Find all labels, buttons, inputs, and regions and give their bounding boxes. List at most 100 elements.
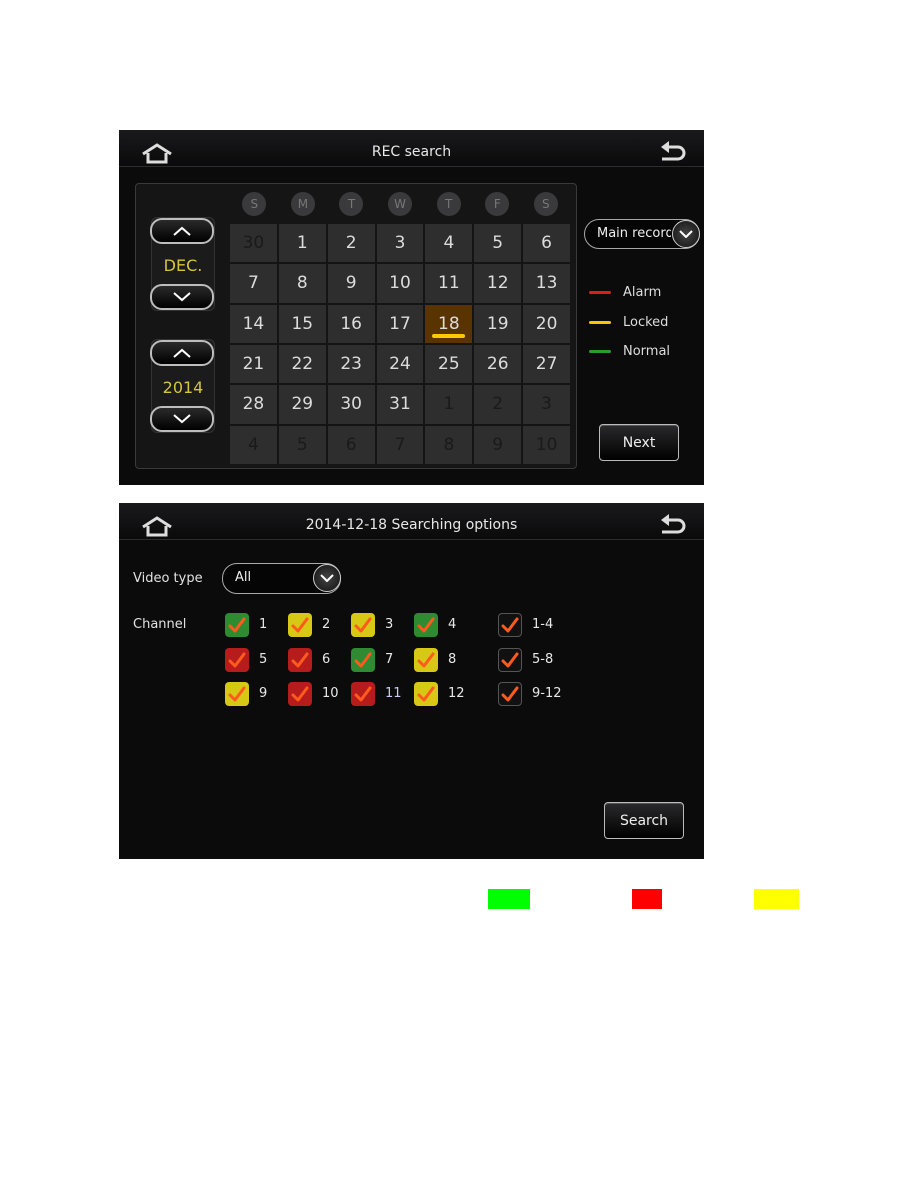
check-icon (501, 652, 519, 668)
calendar-day[interactable]: 4 (230, 425, 277, 464)
calendar-day[interactable]: 17 (376, 304, 424, 343)
check-icon (501, 617, 519, 633)
year-down-button[interactable] (150, 406, 214, 432)
calendar-day[interactable]: 7 (376, 425, 424, 464)
channel-checkbox[interactable] (351, 613, 375, 637)
calendar-day[interactable]: 10 (523, 425, 570, 464)
calendar-day[interactable]: 25 (425, 344, 473, 384)
calendar-day[interactable]: 23 (327, 344, 375, 384)
channel-checkbox[interactable] (351, 648, 375, 672)
legend-swatch (589, 350, 611, 354)
calendar-day[interactable]: 31 (376, 385, 424, 424)
calendar-day[interactable]: 6 (327, 425, 375, 464)
channel-checkbox[interactable] (414, 682, 438, 706)
channel-group-checkbox[interactable] (498, 682, 522, 706)
channel-checkbox[interactable] (225, 648, 249, 672)
calendar-day[interactable]: 13 (523, 264, 570, 303)
calendar-day[interactable]: 1 (278, 224, 326, 263)
calendar-day[interactable]: 11 (425, 264, 473, 303)
home-icon[interactable] (139, 515, 175, 539)
next-button[interactable]: Next (599, 424, 679, 461)
calendar-day[interactable]: 12 (474, 264, 522, 303)
calendar-day[interactable]: 3 (523, 385, 570, 424)
color-swatch (488, 889, 530, 909)
check-icon (228, 686, 246, 702)
channel-checkbox[interactable] (288, 682, 312, 706)
calendar-day-selected[interactable]: 18 (425, 304, 473, 343)
calendar-day[interactable]: 16 (327, 304, 375, 343)
channel-label: Channel (133, 617, 187, 632)
channel-checkbox[interactable] (225, 613, 249, 637)
weekday-text: M (290, 192, 315, 216)
channel-group-checkbox[interactable] (498, 648, 522, 672)
color-swatch (754, 889, 799, 909)
check-icon (354, 652, 372, 668)
calendar-day[interactable]: 30 (327, 385, 375, 424)
record-stream-select[interactable]: Main record (584, 219, 700, 249)
channel-checkbox[interactable] (414, 648, 438, 672)
rec-search-screen: REC search DEC. 2014 S M T W T F S 30 1 … (119, 130, 704, 485)
check-icon (501, 686, 519, 702)
calendar-day[interactable]: 10 (376, 264, 424, 303)
calendar-day[interactable]: 5 (474, 224, 522, 263)
weekday-header: SMTWTFS (230, 192, 570, 216)
calendar-day[interactable]: 8 (278, 264, 326, 303)
dropdown-chevron-icon[interactable] (313, 564, 341, 592)
calendar-day[interactable]: 9 (474, 425, 522, 464)
channel-checkbox[interactable] (414, 613, 438, 637)
calendar-day[interactable]: 19 (474, 304, 522, 343)
month-up-button[interactable] (150, 218, 214, 244)
calendar-day[interactable]: 22 (278, 344, 326, 384)
month-value: DEC. (163, 256, 203, 275)
calendar-day[interactable]: 1 (425, 385, 473, 424)
channel-label: 6 (322, 652, 331, 667)
calendar-day[interactable]: 6 (523, 224, 570, 263)
calendar-day[interactable]: 27 (523, 344, 570, 384)
video-type-select[interactable]: All (222, 563, 341, 594)
check-icon (354, 686, 372, 702)
calendar-day[interactable]: 15 (278, 304, 326, 343)
legend-item: Alarm (589, 278, 670, 308)
calendar-day[interactable]: 30 (230, 224, 277, 263)
calendar-day[interactable]: 9 (327, 264, 375, 303)
check-icon (291, 617, 309, 633)
calendar-day[interactable]: 2 (474, 385, 522, 424)
back-icon[interactable] (658, 141, 688, 167)
calendar-day[interactable]: 24 (376, 344, 424, 384)
calendar-day[interactable]: 14 (230, 304, 277, 343)
check-icon (354, 617, 372, 633)
calendar-day[interactable]: 20 (523, 304, 570, 343)
chevron-up-icon (173, 348, 191, 358)
search-button[interactable]: Search (604, 802, 684, 839)
calendar-day[interactable]: 8 (425, 425, 473, 464)
calendar-day[interactable]: 2 (327, 224, 375, 263)
weekday-text: S (533, 192, 558, 216)
calendar-day[interactable]: 29 (278, 385, 326, 424)
channel-group-checkbox[interactable] (498, 613, 522, 637)
channel-checkbox[interactable] (351, 682, 375, 706)
calendar-day[interactable]: 28 (230, 385, 277, 424)
calendar-day[interactable]: 5 (278, 425, 326, 464)
calendar-day[interactable]: 7 (230, 264, 277, 303)
legend-label: Locked (623, 314, 669, 330)
channel-checkbox[interactable] (288, 648, 312, 672)
calendar-grid: 30 1 2 3 4 5 6 7 8 9 10 11 12 13 14 15 16 17 18 19 20 21 22 23 2… (230, 224, 570, 464)
weekday-label: M (279, 192, 328, 216)
year-up-button[interactable] (150, 340, 214, 366)
dropdown-chevron-icon[interactable] (672, 220, 700, 248)
back-icon[interactable] (658, 514, 688, 540)
channel-checkbox[interactable] (288, 613, 312, 637)
title-bar: REC search (119, 130, 704, 167)
calendar-day[interactable]: 4 (425, 224, 473, 263)
calendar-day[interactable]: 21 (230, 344, 277, 384)
check-icon (228, 652, 246, 668)
calendar-day[interactable]: 3 (376, 224, 424, 263)
page-title: REC search (371, 144, 452, 160)
check-icon (417, 617, 435, 633)
month-down-button[interactable] (150, 284, 214, 310)
calendar-panel: DEC. 2014 SMTWTFS 30 1 2 3 4 5 6 7 8 9 10 11 12 13 14 1… (135, 183, 577, 469)
calendar-day[interactable]: 26 (474, 344, 522, 384)
legend-item: Locked (589, 308, 670, 338)
home-icon[interactable] (139, 142, 175, 166)
channel-checkbox[interactable] (225, 682, 249, 706)
